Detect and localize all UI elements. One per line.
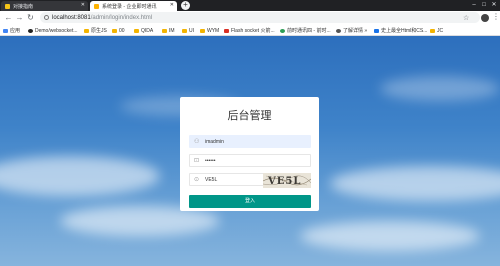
bookmark-label: 史上最全Html和CS... <box>381 28 428 34</box>
lock-icon: ⊡ <box>194 157 200 164</box>
address-bar[interactable]: localhost:8081/admin/login/index.html <box>40 12 480 23</box>
login-card: 后台管理 ⚇ imadmin ⊡ •••••• ⊙ VE5L 登入 <box>180 97 319 211</box>
username-field[interactable]: ⚇ imadmin <box>189 135 311 148</box>
captcha-image[interactable]: VE5L <box>263 173 311 188</box>
more-menu-icon[interactable]: ⋮ <box>492 13 500 21</box>
close-icon[interactable]: ✕ <box>170 3 174 8</box>
red-site-icon <box>224 28 229 33</box>
bookmark-folder[interactable]: UI <box>182 27 194 34</box>
bookmark-flash-socket[interactable]: Flash socket 火箭... <box>224 27 275 34</box>
globe-icon <box>336 28 341 33</box>
captcha-value: VE5L <box>205 176 218 183</box>
bookmark-label: WYM <box>207 27 220 34</box>
maximize-icon[interactable]: □ <box>479 0 489 11</box>
tab-integration-guide[interactable]: 对接指南 ✕ <box>1 1 88 11</box>
shield-icon: ⊙ <box>194 176 200 183</box>
tab-favicon <box>5 3 10 9</box>
bookmark-folder[interactable]: IM <box>162 27 175 34</box>
bookmark-star-icon[interactable]: ☆ <box>463 14 469 22</box>
folder-icon <box>200 28 205 33</box>
info-icon[interactable] <box>44 15 49 20</box>
bookmark-folder[interactable]: WYM <box>200 27 219 34</box>
github-icon <box>28 28 33 33</box>
tab-label: 对接指南 <box>13 3 34 10</box>
bookmark-label: 原生JS <box>91 28 107 34</box>
bookmark-label: Demo/websocket... <box>35 27 78 34</box>
captcha-field[interactable]: ⊙ VE5L <box>189 173 267 186</box>
tab-login[interactable]: 系统登录 - 企业即时通讯 ✕ <box>90 1 177 11</box>
bookmark-label: UI <box>189 27 194 34</box>
new-tab-button[interactable]: + <box>181 1 190 10</box>
apps-icon <box>3 28 8 33</box>
bookmark-label: 00 <box>119 27 125 34</box>
browser-toolbar: ← → ↻ localhost:8081/admin/login/index.h… <box>0 11 500 25</box>
minimize-icon[interactable]: – <box>469 0 479 11</box>
page-title: 后台管理 <box>227 110 272 122</box>
account-avatar[interactable] <box>481 14 489 22</box>
tab-label: 系统登录 - 企业即时通讯 <box>102 3 157 10</box>
user-icon: ⚇ <box>194 138 200 145</box>
back-icon[interactable]: ← <box>4 13 13 22</box>
reload-icon[interactable]: ↻ <box>26 13 35 22</box>
forward-icon[interactable]: → <box>15 13 24 22</box>
folder-icon <box>162 28 167 33</box>
green-site-icon <box>280 28 285 33</box>
window-close-icon[interactable]: ✕ <box>489 0 499 11</box>
tab-favicon <box>94 3 99 9</box>
folder-icon <box>112 28 117 33</box>
bookmark-folder[interactable]: QIDA <box>134 27 153 34</box>
bookmark-folder[interactable]: 原生JS <box>84 27 107 34</box>
tab-strip: 对接指南 ✕ 系统登录 - 企业即时通讯 ✕ + – □ ✕ <box>0 0 500 11</box>
bookmark-label: 了解详情 » <box>343 28 368 34</box>
bookmark-demo-websocket[interactable]: Demo/websocket... <box>28 27 78 34</box>
blue-site-icon <box>374 28 379 33</box>
url-host: localhost:8081 <box>52 14 91 21</box>
password-field[interactable]: ⊡ •••••• <box>189 154 311 167</box>
bookmark-label: 前时通讯四 - 前时... <box>287 28 331 34</box>
bookmark-folder[interactable]: JC <box>430 27 443 34</box>
folder-icon <box>84 28 89 33</box>
captcha-text: VE5L <box>267 176 301 187</box>
bookmark-label: 应用 <box>10 28 21 34</box>
url-path: /admin/login/index.html <box>90 14 153 21</box>
password-value: •••••• <box>205 157 216 164</box>
folder-icon <box>134 28 139 33</box>
bookmark-html-css[interactable]: 史上最全Html和CS... <box>374 27 427 34</box>
login-button[interactable]: 登入 <box>189 195 311 208</box>
bookmark-im-article[interactable]: 前时通讯四 - 前时... <box>280 27 331 34</box>
bookmark-label: Flash socket 火箭... <box>231 28 275 34</box>
bookmarks-bar: 应用 Demo/websocket... 原生JS 00 QIDA IM UI … <box>0 25 500 36</box>
cloud <box>330 166 500 201</box>
bookmark-apps[interactable]: 应用 <box>3 27 20 34</box>
folder-icon <box>182 28 187 33</box>
cloud <box>380 76 500 101</box>
username-value: imadmin <box>205 138 224 145</box>
cloud <box>300 221 480 251</box>
close-icon[interactable]: ✕ <box>81 3 85 8</box>
bookmark-learn-more[interactable]: 了解详情 » <box>336 27 367 34</box>
bookmark-label: QIDA <box>141 27 154 34</box>
bookmark-label: JC <box>437 27 444 34</box>
cloud <box>0 156 160 196</box>
bookmark-label: IM <box>169 27 175 34</box>
bookmark-folder[interactable]: 00 <box>112 27 125 34</box>
folder-icon <box>430 28 435 33</box>
